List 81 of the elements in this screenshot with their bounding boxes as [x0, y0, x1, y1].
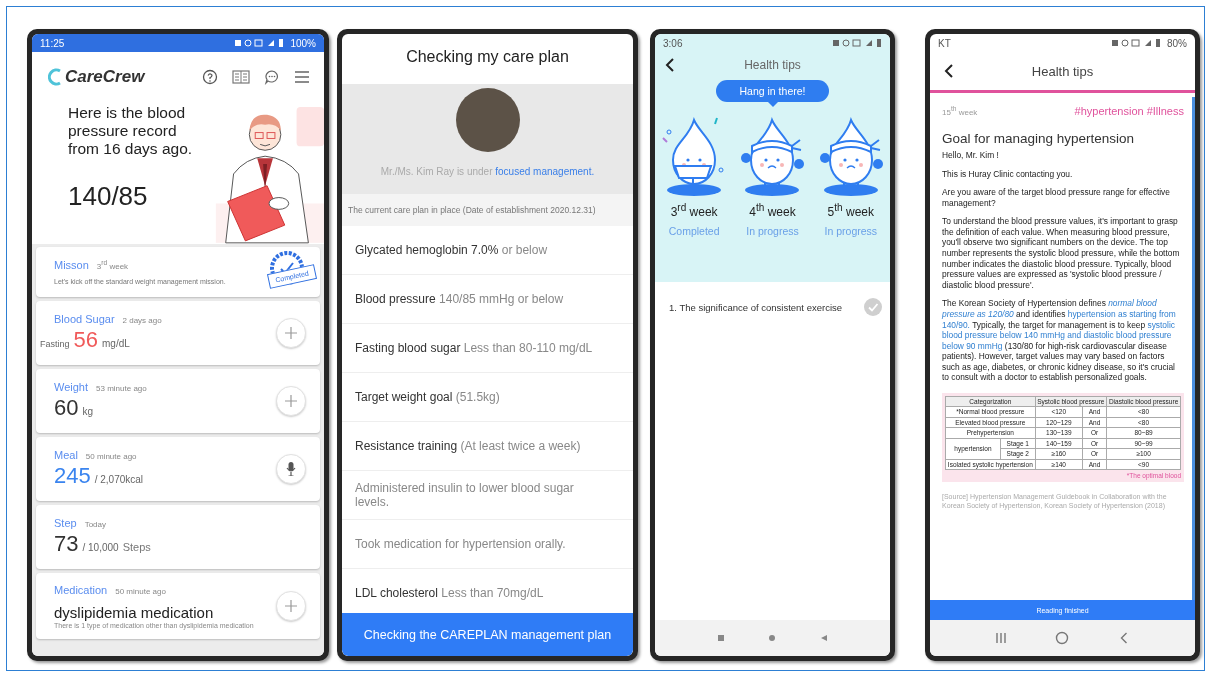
card-time: Today — [84, 520, 106, 529]
voice-input-button[interactable] — [276, 454, 306, 484]
value-unit: mg/dL — [102, 338, 130, 349]
article-paragraph: Are you aware of the target blood pressure range for effective management? — [942, 187, 1171, 209]
home-icon[interactable] — [768, 634, 777, 642]
recent-apps-icon[interactable] — [993, 631, 1008, 645]
microphone-icon — [286, 462, 296, 476]
help-icon[interactable] — [202, 69, 218, 85]
logo-mark-icon — [48, 68, 62, 86]
careplan-button[interactable]: Checking the CAREPLAN management plan — [342, 613, 633, 656]
value-unit: Steps — [122, 541, 151, 553]
record-value: 56 — [73, 327, 98, 353]
bubble-tail — [767, 102, 778, 107]
week-status: In progress — [824, 225, 878, 237]
menu-icon[interactable] — [294, 69, 310, 85]
week-label: 15$^{th}$ week — [942, 105, 978, 117]
plus-icon — [285, 395, 297, 407]
value-unit: kg — [82, 406, 94, 417]
article-paragraph: Hello, Mr. Kim ! — [942, 150, 1000, 161]
status-icons-drawing — [1111, 38, 1161, 48]
card-time: 2 days ago — [122, 316, 162, 325]
value-unit: / 10,000 — [82, 542, 119, 553]
add-button[interactable] — [276, 318, 306, 348]
carrier-name: KT — [938, 37, 951, 49]
battery-level: 100% — [290, 37, 316, 49]
care-plan-item: Administered insulin to lower blood sugar levels. — [342, 471, 633, 520]
app-logo: CareCrew — [65, 67, 145, 87]
status-icons-drawing — [234, 38, 285, 48]
status-time: 3:06 — [663, 37, 683, 49]
week-status: Completed — [668, 225, 720, 237]
record-value: 245 — [54, 463, 91, 489]
card-title: Weight — [54, 381, 89, 393]
care-plan-item: Blood pressure 140/85 mmHg or below — [342, 275, 633, 324]
book-icon[interactable] — [232, 69, 250, 85]
record-message: Here is the blood pressure record from 16 days ago. — [68, 104, 194, 158]
week-label: 4$^{th}$ week — [749, 202, 796, 219]
week-label: 3$^{rd}$ week — [670, 202, 718, 219]
record-value: 60 — [54, 395, 79, 421]
chat-icon[interactable] — [264, 69, 280, 85]
card-title: Blood Sugar — [54, 313, 115, 325]
card-time: 53 minute ago — [96, 384, 147, 393]
card-title: Misson — [54, 259, 89, 271]
article-paragraph: To understand the blood pressure values, it's important to grasp the definition of each value. When measuring blood pressure, you'll observe two significant numbers on the device. The top number represents the systolic blood pressure, while the bottom number indicates the diastolic blood pressure. Typically, blood pressure values are expressed as 'systolic blood pressure / diastolic blood pressure'. — [942, 216, 1181, 291]
care-plan-item: Took medication for hypertension orally. — [342, 520, 633, 569]
value-label: Fasting — [40, 339, 70, 349]
back-icon[interactable] — [944, 64, 954, 78]
screen-title: Health tips — [1030, 63, 1095, 79]
card-time: 50 minute ago — [85, 452, 137, 461]
card-title: Step — [54, 517, 77, 529]
care-plan-item: Target weight goal (51.5kg) — [342, 373, 633, 422]
value-unit: / 2,070kcal — [94, 474, 144, 485]
section-header: The current care plan in place (Date of establishment 2020.12.31) — [342, 194, 633, 226]
card-time: 3$^{rd}$ week — [96, 259, 129, 271]
article-paragraph: This is Huray Clinic contacting you. — [942, 168, 1074, 180]
plus-icon — [285, 600, 297, 612]
battery-level: 80% — [1167, 37, 1187, 49]
screen-title: Checking my care plan — [405, 47, 570, 67]
care-plan-item: Fasting blood sugar Less than 80-110 mg/dL — [342, 324, 633, 373]
home-icon[interactable] — [1055, 631, 1070, 645]
hashtags: #hypertension #Illness — [1074, 105, 1184, 117]
lesson-item[interactable]: 1. The significance of consistent exercise — [669, 301, 843, 313]
card-title: Medication — [54, 583, 108, 596]
back-icon[interactable] — [665, 58, 675, 72]
status-icons-drawing — [832, 38, 882, 48]
medication-name: dyslipidemia medication — [54, 603, 215, 621]
status-time: 11:25 — [40, 37, 65, 49]
record-value: 73 — [54, 531, 79, 557]
plus-icon — [285, 327, 297, 339]
article-heading: Goal for managing hypertension — [942, 131, 1136, 146]
care-plan-item: Glycated hemoglobin 7.0% or below — [342, 226, 633, 275]
week-label: 5$^{th}$ week — [827, 202, 874, 219]
care-plan-item: Resistance training (At least twice a week) — [342, 422, 633, 471]
article-paragraph: The Korean Society of Hypertension defines normal blood pressure as 120/80 and identifies hypertension as starting from 140/90. Typically, the target for management is to keep systolic blood pressure below 140 mmHg and diastolic blood pressure below 90 mmHg (130/80 for high-risk cardiovascular disease patients). However, target values may vary based on factors such as age, diabetes, or chronic kidney disease, so it's crucial to consult with a doctor to establish personalized goals. — [942, 298, 1177, 383]
card-title: Meal — [54, 449, 78, 461]
add-button[interactable] — [276, 386, 306, 416]
add-button[interactable] — [276, 591, 306, 621]
card-time: 50 minute ago — [115, 586, 166, 596]
week-status: In progress — [746, 225, 799, 237]
screen-title: Health tips — [743, 58, 802, 72]
square-icon[interactable] — [716, 634, 725, 642]
blood-pressure-reading: 140/85 — [68, 181, 149, 213]
